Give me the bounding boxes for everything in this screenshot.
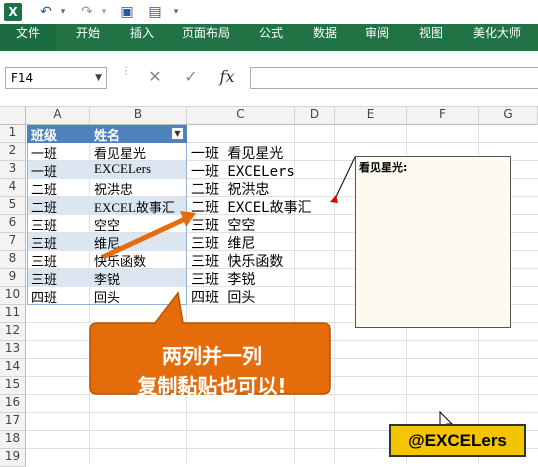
tab-formulas[interactable]: 公式 [247, 24, 295, 51]
callout-line-1: 两列并一列 [162, 344, 262, 368]
name-box-dropdown-icon[interactable]: ▼ [95, 68, 102, 88]
formula-input[interactable] [250, 67, 538, 89]
undo-dropdown-icon[interactable]: ▾ [57, 2, 69, 22]
tab-home[interactable]: 开始 [64, 24, 112, 51]
highlight-arrow-shaft [101, 216, 187, 260]
name-box-value: F14 [11, 71, 34, 85]
customize-qat-icon[interactable]: ▾ [170, 2, 182, 22]
ribbon-tab-bar: 文件 开始 插入 页面布局 公式 数据 审阅 视图 美化大师 [0, 24, 538, 51]
redo-dropdown-icon[interactable]: ▾ [98, 2, 110, 22]
cancel-icon[interactable]: ✕ [144, 67, 166, 89]
print-preview-icon[interactable]: ▤ [146, 2, 164, 22]
tab-review[interactable]: 审阅 [353, 24, 401, 51]
formula-bar: F14 ▼ ⋮ ✕ ✓ fx [0, 51, 538, 107]
formula-bar-grip-icon[interactable]: ⋮ [121, 67, 131, 87]
quick-access-toolbar: X ↶ ▾ ↷ ▾ ▣ ▤ ▾ [0, 0, 538, 24]
callout-text: 两列并一列 复制黏贴也可以! [92, 341, 332, 401]
comment-pointer-line [334, 156, 356, 200]
redo-icon[interactable]: ↷ [77, 2, 97, 22]
tab-insert[interactable]: 插入 [118, 24, 166, 51]
save-icon[interactable]: ▣ [118, 2, 136, 22]
annotation-overlay [89, 156, 454, 433]
worksheet-grid: A B C D E F G 1 2 3 4 5 6 7 8 9 10 11 12… [0, 107, 538, 467]
name-box[interactable]: F14 ▼ [5, 67, 107, 89]
callout-line-2: 复制黏贴也可以! [137, 374, 287, 398]
tab-page-layout[interactable]: 页面布局 [174, 24, 238, 51]
tab-data[interactable]: 数据 [301, 24, 349, 51]
insert-function-icon[interactable]: fx [216, 67, 238, 89]
tab-beautify-master[interactable]: 美化大师 [463, 24, 531, 51]
tab-file[interactable]: 文件 [0, 24, 56, 51]
undo-icon[interactable]: ↶ [36, 2, 56, 22]
watermark-badge: @EXCELers [389, 424, 526, 457]
excel-logo-icon: X [4, 3, 22, 21]
tab-view[interactable]: 视图 [407, 24, 455, 51]
enter-icon[interactable]: ✓ [180, 67, 202, 89]
